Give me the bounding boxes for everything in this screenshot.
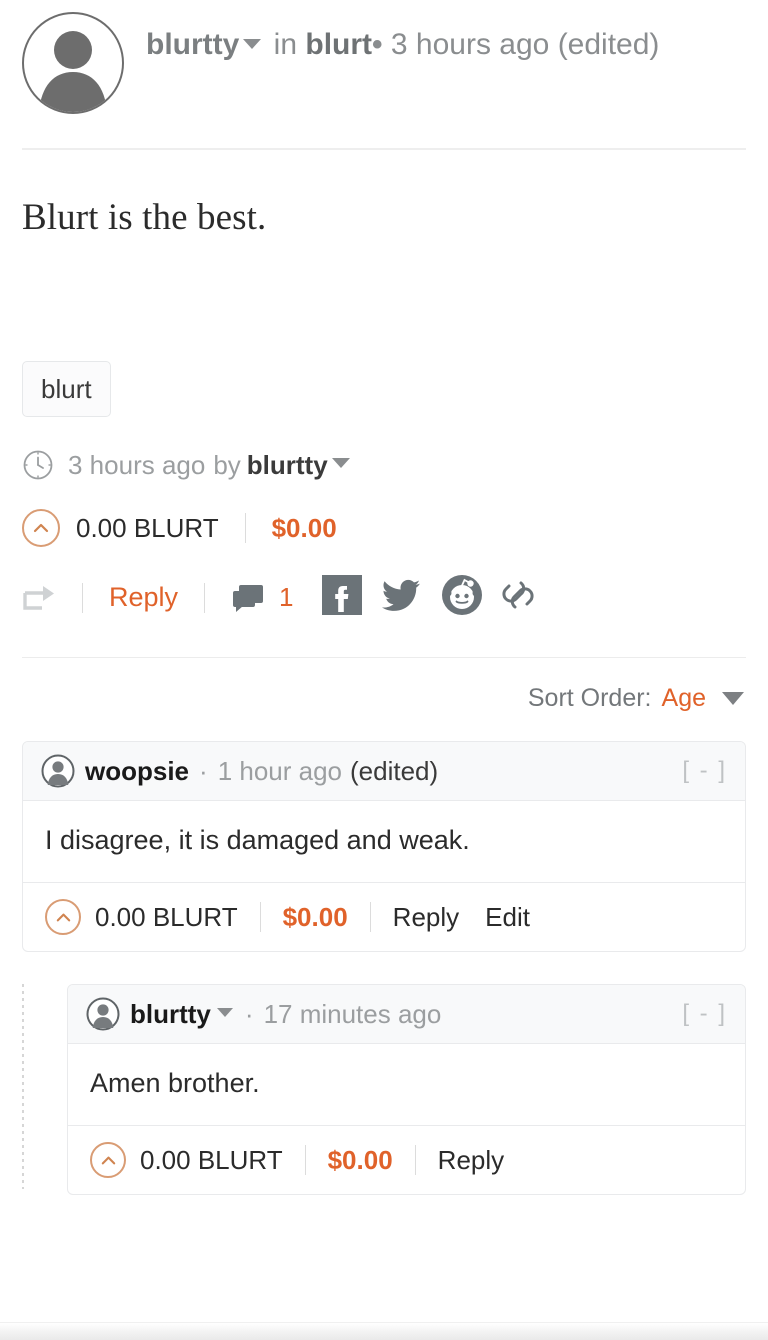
comment-vote-amount: 0.00 BLURT (140, 1144, 283, 1175)
post-vote-amount: 0.00 BLURT (76, 512, 219, 543)
tag-list: blurt (0, 239, 768, 417)
post-header: blurtty in blurt• 3 hours ago (edited) (0, 0, 768, 148)
divider (369, 902, 371, 932)
post-age: 3 hours ago (390, 28, 550, 61)
clock-icon (22, 449, 54, 481)
chevron-down-icon[interactable] (243, 39, 262, 50)
upvote-button[interactable] (90, 1142, 126, 1178)
divider (244, 513, 246, 543)
comment-box: woopsie · 1 hour ago (edited) [ - ] I di… (22, 741, 746, 952)
divider (259, 902, 261, 932)
reddit-icon[interactable] (440, 573, 484, 622)
comment-count-group[interactable]: 1 (231, 582, 294, 613)
facebook-icon[interactable] (320, 573, 364, 622)
post-meta-author-link[interactable]: blurtty (247, 450, 328, 481)
comment-edited-flag: (edited) (350, 755, 439, 786)
page-title: Blurt is the best. (22, 197, 267, 238)
chevron-down-icon[interactable] (722, 692, 744, 705)
collapse-toggle[interactable]: [ - ] (682, 757, 727, 785)
collapse-toggle[interactable]: [ - ] (682, 1000, 727, 1028)
chevron-up-icon (56, 913, 70, 921)
comment-edit-button[interactable]: Edit (485, 902, 530, 933)
comment-age: 1 hour ago (217, 755, 343, 786)
comment-payout[interactable]: $0.00 (328, 1145, 393, 1176)
social-share-icons (320, 573, 536, 622)
comment-header: woopsie · 1 hour ago (edited) [ - ] (23, 742, 745, 801)
comment-age: 17 minutes ago (263, 998, 442, 1029)
post-reply-button[interactable]: Reply (109, 582, 178, 613)
comment-item: blurtty · 17 minutes ago [ - ] Amen brot… (0, 984, 768, 1195)
divider (204, 582, 206, 613)
comment-vote-amount: 0.00 BLURT (95, 901, 238, 932)
avatar-icon[interactable] (86, 997, 120, 1031)
post-byline: blurtty in blurt• 3 hours ago (edited) (146, 10, 659, 68)
link-icon[interactable] (500, 575, 536, 620)
thread-indent-line (22, 984, 24, 1189)
post-meta-by-label: by (213, 449, 241, 480)
comment-list: woopsie · 1 hour ago (edited) [ - ] I di… (0, 713, 768, 1195)
avatar[interactable] (22, 12, 124, 114)
comment-separator: · (199, 755, 208, 786)
avatar-icon[interactable] (41, 754, 75, 788)
post-vote-row: 0.00 BLURT $0.00 (0, 481, 768, 547)
community-link[interactable]: blurt (305, 28, 372, 61)
chevron-up-icon (101, 1156, 115, 1164)
chevron-down-icon[interactable] (331, 458, 350, 468)
post-payout[interactable]: $0.00 (272, 513, 337, 544)
upvote-button[interactable] (22, 509, 60, 547)
sort-order-value[interactable]: Age (662, 684, 706, 713)
chevron-down-icon[interactable] (216, 1007, 233, 1017)
reblog-icon[interactable] (22, 584, 56, 612)
post-meta-age: 3 hours ago (68, 449, 206, 480)
in-label: in (273, 28, 298, 61)
comment-footer: 0.00 BLURT $0.00 Reply (68, 1126, 745, 1194)
byline-separator: • (372, 28, 383, 61)
sort-order-label: Sort Order: (527, 684, 652, 712)
comment-body: I disagree, it is damaged and weak. (23, 801, 745, 883)
comment-header: blurtty · 17 minutes ago [ - ] (68, 985, 745, 1044)
comment-box: blurtty · 17 minutes ago [ - ] Amen brot… (67, 984, 746, 1195)
twitter-icon[interactable] (380, 573, 424, 622)
comment-bubble-icon (233, 584, 264, 612)
post-edited-flag: (edited) (557, 28, 660, 61)
comment-author-link[interactable]: blurtty (130, 999, 211, 1030)
post-action-bar: Reply 1 (0, 547, 768, 622)
comment-item: woopsie · 1 hour ago (edited) [ - ] I di… (0, 741, 768, 952)
post-meta: 3 hours ago by blurtty (0, 417, 768, 481)
comment-footer: 0.00 BLURT $0.00 Reply Edit (23, 883, 745, 951)
bottom-bar (0, 1322, 768, 1340)
comment-author-link[interactable]: woopsie (85, 756, 189, 787)
divider (304, 1145, 306, 1175)
sort-order-control[interactable]: Sort Order: Age (0, 658, 768, 713)
comment-separator: · (244, 998, 254, 1029)
divider (82, 582, 83, 613)
person-silhouette-icon (39, 31, 107, 112)
chevron-up-icon (33, 523, 49, 533)
divider (414, 1145, 416, 1175)
comment-body: Amen brother. (68, 1044, 745, 1126)
comment-reply-button[interactable]: Reply (438, 1145, 504, 1176)
comment-count-value: 1 (279, 582, 294, 612)
tag-item[interactable]: blurt (22, 361, 111, 417)
upvote-button[interactable] (45, 899, 81, 935)
comment-reply-button[interactable]: Reply (393, 902, 459, 933)
comment-payout[interactable]: $0.00 (283, 902, 348, 933)
post-author-link[interactable]: blurtty (146, 28, 239, 61)
